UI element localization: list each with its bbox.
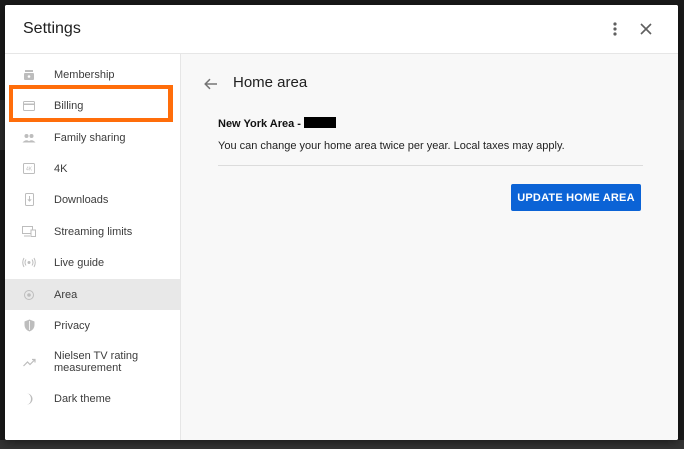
sidebar-item-label: Downloads xyxy=(54,193,109,206)
close-button[interactable] xyxy=(634,17,658,41)
sidebar-item-downloads[interactable]: Downloads xyxy=(5,184,180,215)
sidebar-item-label: 4K xyxy=(54,162,68,175)
sidebar-item-family-sharing[interactable]: Family sharing xyxy=(5,122,180,153)
sidebar-item-nielsen[interactable]: Nielsen TV rating measurement xyxy=(5,341,180,383)
dialog-title: Settings xyxy=(23,20,81,37)
moon-icon xyxy=(21,391,37,407)
sidebar-item-label: Streaming limits xyxy=(54,225,133,238)
devices-icon xyxy=(21,224,37,240)
sidebar-item-streaming-limits[interactable]: Streaming limits xyxy=(5,216,180,247)
sidebar-item-membership[interactable]: Membership xyxy=(5,59,180,90)
location-icon xyxy=(21,287,37,303)
sidebar-item-4k[interactable]: 4K 4K xyxy=(5,153,180,184)
more-vert-icon xyxy=(613,22,617,36)
sidebar-item-label: Area xyxy=(54,288,78,301)
sidebar-item-label: Nielsen TV rating measurement xyxy=(54,350,139,374)
arrow-back-icon xyxy=(204,78,217,90)
broadcast-icon xyxy=(21,255,37,271)
credit-card-icon xyxy=(21,98,37,114)
sidebar-item-area[interactable]: Area xyxy=(5,279,180,310)
membership-icon xyxy=(21,67,37,83)
sidebar-item-label: Family sharing xyxy=(54,131,126,144)
sidebar-item-label: Dark theme xyxy=(54,392,111,405)
page-title: Home area xyxy=(233,74,308,91)
dialog-header: Settings xyxy=(5,5,678,54)
settings-sidebar: Membership Billing Family sharing 4K 4K … xyxy=(5,54,181,440)
shield-icon xyxy=(21,318,37,334)
update-home-area-button[interactable]: UPDATE HOME AREA xyxy=(511,184,641,211)
sidebar-item-label: Live guide xyxy=(54,256,105,269)
divider xyxy=(218,165,643,166)
sidebar-item-label: Membership xyxy=(54,68,115,81)
background-thumbnail-right xyxy=(678,100,684,150)
home-area-panel: Home area New York Area - You can change… xyxy=(181,54,678,440)
phone-download-icon xyxy=(21,192,37,208)
back-button[interactable] xyxy=(201,74,221,94)
more-options-button[interactable] xyxy=(603,17,627,41)
trending-icon xyxy=(21,354,37,370)
settings-dialog: Settings Membership Billing Family shari… xyxy=(5,5,678,440)
people-icon xyxy=(21,130,37,146)
background-thumbnail-bottom xyxy=(0,440,684,449)
sidebar-item-label: Billing xyxy=(54,99,84,112)
sidebar-item-dark-theme[interactable]: Dark theme xyxy=(5,383,180,414)
home-area-label: New York Area - xyxy=(218,118,301,130)
sidebar-item-billing[interactable]: Billing xyxy=(5,90,180,121)
home-area-note: You can change your home area twice per … xyxy=(218,140,565,152)
sidebar-item-live-guide[interactable]: Live guide xyxy=(5,247,180,278)
redacted-zip xyxy=(303,117,336,128)
svg-text:4K: 4K xyxy=(26,167,33,173)
home-area-name: New York Area - xyxy=(218,117,336,130)
sidebar-item-label: Privacy xyxy=(54,319,91,332)
close-icon xyxy=(640,23,652,35)
sidebar-item-privacy[interactable]: Privacy xyxy=(5,310,180,341)
4k-icon: 4K xyxy=(21,161,37,177)
